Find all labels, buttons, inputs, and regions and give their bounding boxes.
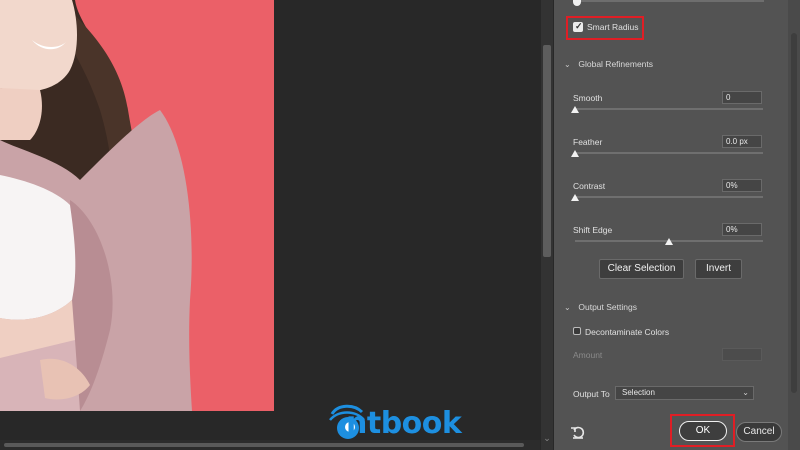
feather-label: Feather: [573, 137, 603, 147]
contrast-slider-thumb[interactable]: [571, 194, 579, 201]
global-refinements-header[interactable]: ⌄ Global Refinements: [564, 59, 653, 69]
canvas-vertical-scrollbar[interactable]: ⌄: [541, 0, 553, 450]
smooth-slider-track[interactable]: [575, 108, 763, 110]
contrast-value-field[interactable]: 0%: [722, 179, 762, 192]
output-settings-header[interactable]: ⌄ Output Settings: [564, 302, 637, 312]
cancel-button[interactable]: Cancel: [736, 422, 782, 442]
feather-slider-thumb[interactable]: [571, 150, 579, 157]
smooth-value-field[interactable]: 0: [722, 91, 762, 104]
radius-slider-track[interactable]: [574, 0, 764, 2]
shift-edge-label: Shift Edge: [573, 225, 613, 235]
smooth-slider-thumb[interactable]: [571, 106, 579, 113]
invert-button[interactable]: Invert: [695, 259, 742, 279]
amount-value-field: [722, 348, 762, 361]
radius-slider-thumb[interactable]: [573, 0, 581, 6]
watermark-logo: ntbook: [326, 400, 476, 444]
scrollbar-thumb[interactable]: [543, 45, 551, 257]
chevron-down-icon[interactable]: ⌄: [541, 433, 553, 444]
amount-label: Amount: [573, 350, 603, 360]
refine-edge-panel: Smart Radius ⌄ Global Refinements Smooth…: [554, 0, 800, 450]
decontaminate-colors-checkbox[interactable]: [573, 327, 581, 335]
output-to-value: Selection: [622, 388, 655, 397]
smooth-label: Smooth: [573, 93, 603, 103]
canvas-area[interactable]: [0, 0, 540, 450]
ok-button[interactable]: OK: [679, 421, 727, 441]
feather-slider-track[interactable]: [575, 152, 763, 154]
output-to-label: Output To: [573, 389, 610, 399]
feather-value-field[interactable]: 0.0 px: [722, 135, 762, 148]
chevron-down-icon[interactable]: ⌄: [564, 303, 576, 312]
shift-edge-slider-thumb[interactable]: [665, 238, 673, 245]
reset-icon[interactable]: [570, 424, 586, 440]
masked-photo: [0, 0, 274, 411]
watermark-text: ntbook: [346, 406, 462, 441]
smart-radius-checkbox[interactable]: [573, 21, 583, 32]
contrast-slider-track[interactable]: [575, 196, 763, 198]
shift-edge-value-field[interactable]: 0%: [722, 223, 762, 236]
clear-selection-button[interactable]: Clear Selection: [599, 259, 684, 279]
chevron-down-icon[interactable]: ⌄: [564, 60, 576, 69]
output-to-dropdown[interactable]: Selection ⌄: [615, 386, 754, 400]
chevron-down-icon: ⌄: [742, 388, 749, 397]
smart-radius-label: Smart Radius: [587, 22, 639, 32]
panel-vertical-scrollbar[interactable]: [788, 0, 800, 450]
decontaminate-colors-label: Decontaminate Colors: [585, 327, 670, 337]
contrast-label: Contrast: [573, 181, 606, 191]
